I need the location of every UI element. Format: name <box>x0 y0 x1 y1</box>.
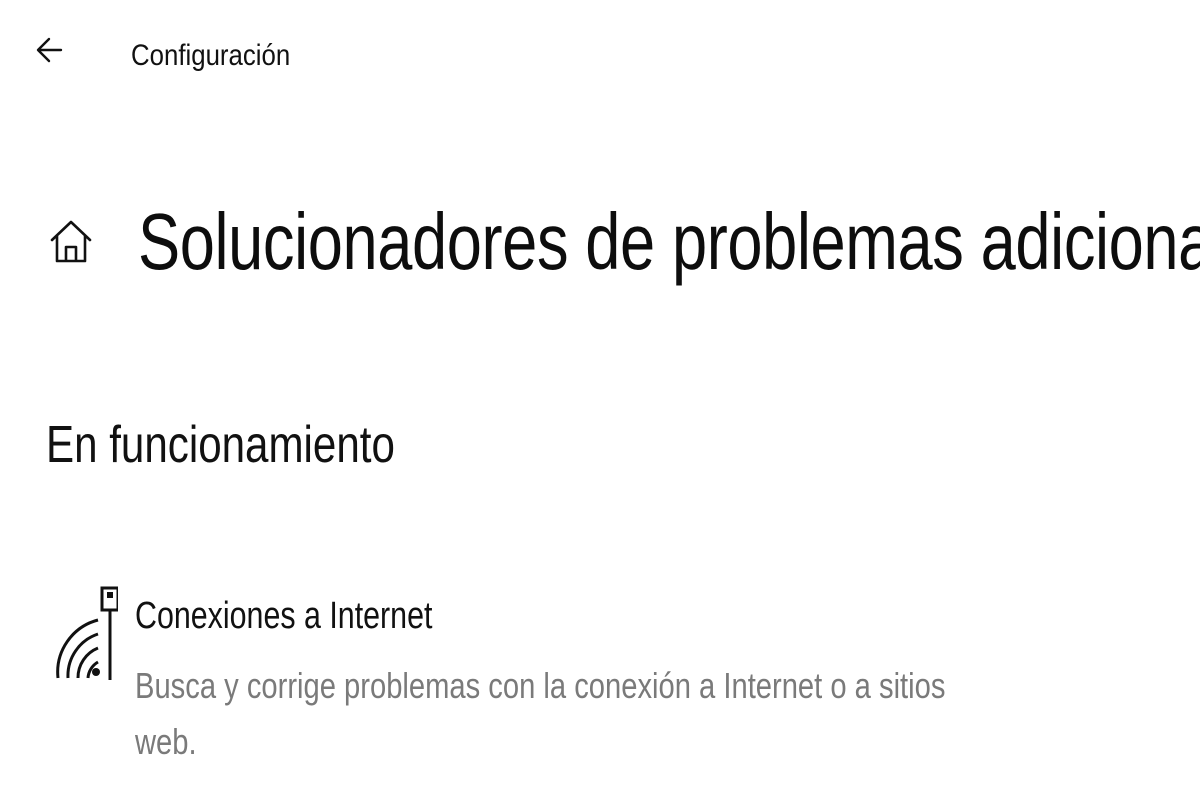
arrow-left-icon <box>36 37 63 63</box>
home-icon[interactable] <box>48 215 94 267</box>
internet-connection-icon <box>56 586 118 680</box>
page-title: Solucionadores de problemas adicionales <box>138 197 1200 286</box>
window-title: Configuración <box>131 39 291 72</box>
item-description: Busca y corrige problemas con la conexió… <box>135 665 946 762</box>
troubleshooter-internet-connections[interactable]: Conexiones a Internet Busca y corrige pr… <box>40 572 1000 772</box>
settings-window: Configuración Solucionadores de problema… <box>0 0 1200 800</box>
item-title: Conexiones a Internet <box>135 595 433 637</box>
section-title: En funcionamiento <box>46 416 395 474</box>
back-button[interactable] <box>26 26 74 74</box>
